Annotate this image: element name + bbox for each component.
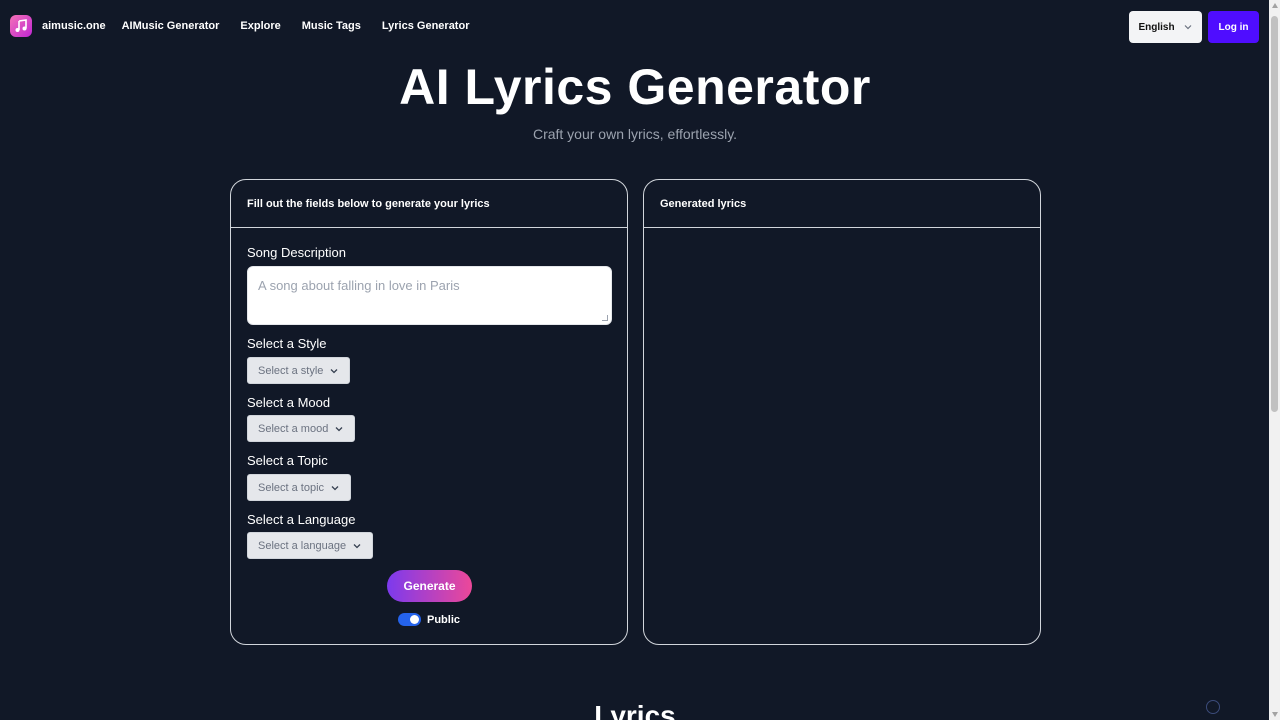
- page-subtitle: Craft your own lyrics, effortlessly.: [532, 126, 738, 142]
- page-title: AI Lyrics Generator: [399, 59, 871, 115]
- song-description-input[interactable]: A song about falling in love in Paris: [247, 266, 612, 325]
- widget-icon[interactable]: [1206, 700, 1220, 714]
- form-card-header: Fill out the fields below to generate yo…: [231, 180, 627, 228]
- top-nav: aimusic.one AIMusic Generator Explore Mu…: [0, 0, 1268, 52]
- generated-lyrics-card: Generated lyrics: [643, 179, 1041, 645]
- nav-link-aimusic-generator[interactable]: AIMusic Generator: [122, 20, 220, 32]
- style-label: Select a Style: [247, 336, 327, 351]
- nav-actions: English Log in: [1129, 11, 1259, 43]
- resize-handle-icon[interactable]: [602, 315, 608, 321]
- public-toggle-group: Public: [398, 613, 460, 626]
- page-scrollbar[interactable]: [1269, 0, 1280, 720]
- scroll-down-icon[interactable]: [1272, 712, 1278, 717]
- topic-label: Select a Topic: [247, 453, 328, 468]
- nav-link-music-tags[interactable]: Music Tags: [302, 20, 361, 32]
- chevron-down-icon: [1184, 25, 1191, 30]
- language-label: Select a Language: [247, 512, 356, 527]
- music-note-icon[interactable]: [10, 15, 32, 37]
- nav-link-explore[interactable]: Explore: [240, 20, 280, 32]
- style-select[interactable]: Select a style: [247, 357, 351, 384]
- topic-select-value: Select a topic: [258, 481, 325, 494]
- style-select-value: Select a style: [258, 364, 324, 377]
- toggle-knob: [410, 615, 419, 624]
- mood-select-value: Select a mood: [258, 422, 329, 435]
- song-description-label: Song Description: [247, 245, 346, 260]
- lyrics-form-card: Fill out the fields below to generate yo…: [230, 179, 628, 645]
- scrollbar-thumb[interactable]: [1271, 16, 1278, 412]
- mood-label: Select a Mood: [247, 395, 331, 410]
- language-select-value: Select a language: [258, 539, 347, 552]
- generate-button[interactable]: Generate: [387, 570, 472, 602]
- chevron-down-icon: [353, 543, 361, 548]
- lyrics-section-heading: Lyrics: [594, 700, 676, 720]
- public-label: Public: [427, 613, 461, 626]
- scroll-up-icon[interactable]: [1272, 3, 1278, 8]
- chevron-down-icon: [330, 368, 338, 373]
- login-button[interactable]: Log in: [1208, 11, 1259, 43]
- language-label: English: [1138, 21, 1175, 33]
- chevron-down-icon: [331, 485, 339, 490]
- nav-link-lyrics-generator[interactable]: Lyrics Generator: [382, 20, 470, 32]
- language-select[interactable]: English: [1129, 11, 1202, 43]
- language-select-field[interactable]: Select a language: [247, 532, 374, 559]
- topic-select[interactable]: Select a topic: [247, 474, 352, 501]
- chevron-down-icon: [335, 426, 343, 431]
- mood-select[interactable]: Select a mood: [247, 415, 356, 442]
- brand-name[interactable]: aimusic.one: [42, 20, 106, 32]
- song-description-placeholder: A song about falling in love in Paris: [258, 278, 460, 293]
- page: aimusic.one AIMusic Generator Explore Mu…: [0, 0, 1280, 720]
- output-card-header: Generated lyrics: [644, 180, 1040, 228]
- public-toggle[interactable]: [398, 613, 421, 626]
